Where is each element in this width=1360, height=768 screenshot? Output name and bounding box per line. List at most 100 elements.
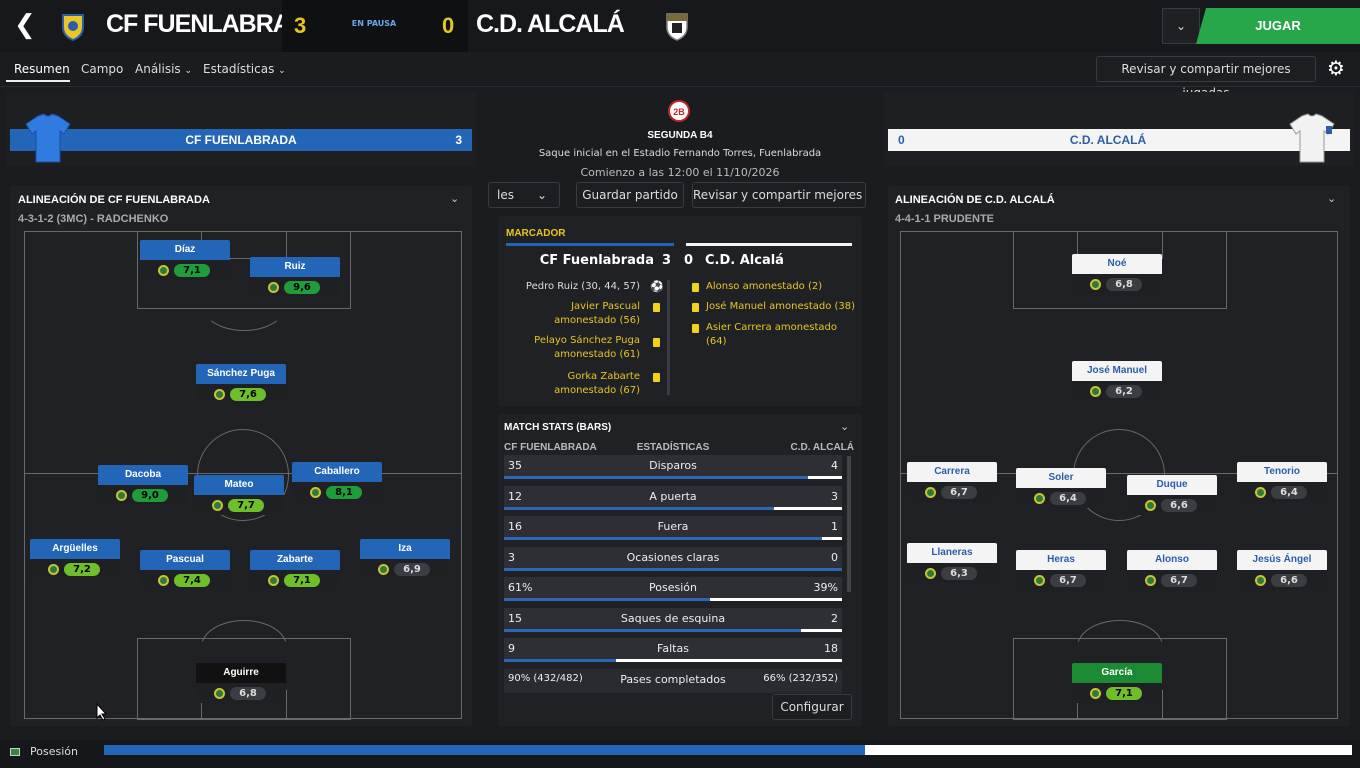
active-tab-indicator <box>6 80 70 82</box>
home-event: Pelayo Sánchez Puga amonestado (61) <box>534 335 640 360</box>
player-rating: 9,0 <box>132 489 168 502</box>
player-rating: 8,1 <box>326 486 362 499</box>
player-card[interactable]: García 7,1 <box>1072 663 1162 703</box>
player-rating-row: 9,6 <box>250 277 340 297</box>
stat-label: Ocasiones claras <box>626 550 720 564</box>
player-name: Alonso <box>1127 550 1217 570</box>
stat-bar-home-fill <box>504 506 775 510</box>
player-card[interactable]: Caballero 8,1 <box>292 462 382 502</box>
chevron-down-icon[interactable]: ⌄ <box>1327 192 1336 205</box>
player-card[interactable]: Argüelles 7,2 <box>30 539 120 579</box>
player-rating-row: 6,8 <box>196 683 286 703</box>
home-event: Pedro Ruiz (30, 44, 57) <box>525 281 640 292</box>
stat-bar-home-fill <box>504 567 842 571</box>
player-card[interactable]: Aguirre 6,8 <box>196 663 286 703</box>
player-card[interactable]: Mateo 7,7 <box>194 475 284 515</box>
stat-bar-home-fill <box>504 598 711 601</box>
gear-icon[interactable]: ⚙ <box>1322 56 1350 82</box>
player-rating-row: 6,7 <box>1016 570 1106 590</box>
chevron-down-icon: ⌄ <box>184 66 193 76</box>
player-rating: 7,1 <box>284 574 320 587</box>
condition-icon <box>1034 493 1045 504</box>
player-card[interactable]: Pascual 7,4 <box>140 550 230 590</box>
player-rating: 6,8 <box>1106 278 1142 291</box>
player-rating: 6,7 <box>941 486 977 499</box>
player-rating-row: 7,1 <box>1072 683 1162 703</box>
player-rating: 6,6 <box>1161 499 1197 512</box>
stats-away-header: C.D. ALCALÁ <box>790 442 854 453</box>
away-team-bar: 0 C.D. ALCALÁ <box>888 129 1350 151</box>
chevron-down-icon[interactable]: ⌄ <box>840 420 849 433</box>
player-card[interactable]: Duque 6,6 <box>1127 475 1217 515</box>
tab-estadisticas[interactable]: Estadísticas ⌄ <box>203 62 286 76</box>
player-card[interactable]: Sánchez Puga 7,6 <box>196 364 286 404</box>
player-rating: 6,2 <box>1106 385 1142 398</box>
player-name: Noé <box>1072 254 1162 274</box>
configure-button[interactable]: Configurar <box>772 694 852 720</box>
partial-dropdown[interactable]: les ⌄ <box>488 182 560 208</box>
divider <box>0 86 1360 87</box>
yellow-card-icon <box>692 283 699 292</box>
player-rating: 7,2 <box>64 563 100 576</box>
condition-icon <box>116 490 127 501</box>
tab-estadisticas-label: Estadísticas <box>203 62 275 76</box>
player-rating-row: 9,0 <box>98 485 188 505</box>
home-bar-score: 3 <box>455 133 462 147</box>
chevron-down-icon[interactable]: ⌄ <box>450 192 459 205</box>
player-name: Carrera <box>907 462 997 482</box>
home-shirt-icon <box>24 112 72 167</box>
scoreboard-title: MARCADOR <box>506 228 566 239</box>
player-card[interactable]: Dacoba 9,0 <box>98 465 188 505</box>
player-name: Llaneras <box>907 543 997 563</box>
player-card[interactable]: Heras 6,7 <box>1016 550 1106 590</box>
player-rating: 7,1 <box>174 264 210 277</box>
player-card[interactable]: Tenorio 6,4 <box>1237 462 1327 502</box>
tab-resumen[interactable]: Resumen <box>14 62 70 76</box>
condition-icon <box>268 282 279 293</box>
home-lineup-title: ALINEACIÓN DE CF FUENLABRADA <box>18 194 210 206</box>
player-rating: 6,9 <box>394 563 430 576</box>
home-crest-icon <box>60 11 86 42</box>
player-name: Mateo <box>194 475 284 495</box>
possession-bar <box>104 745 1352 755</box>
player-card[interactable]: Zabarte 7,1 <box>250 550 340 590</box>
tab-analisis[interactable]: Análisis ⌄ <box>135 62 192 76</box>
player-card[interactable]: Noé 6,8 <box>1072 254 1162 294</box>
player-card[interactable]: Llaneras 6,3 <box>907 543 997 583</box>
passes-row: 90% (432/482) Pases completados 66% (232… <box>504 669 842 693</box>
review-share-button[interactable]: Revisar y compartir mejores jugadas <box>1096 56 1316 100</box>
player-card[interactable]: Jesús Ángel 6,6 <box>1237 550 1327 590</box>
stat-label: Disparos <box>649 459 697 472</box>
review-share-center-button[interactable]: Revisar y compartir mejores ju <box>692 182 866 208</box>
away-color-strip <box>686 243 852 246</box>
play-button[interactable]: JUGAR <box>1196 8 1360 44</box>
away-score: 0 <box>442 13 455 38</box>
player-name: Iza <box>360 539 450 559</box>
stat-bar-home-fill <box>504 628 802 632</box>
player-card[interactable]: Carrera 6,7 <box>907 462 997 502</box>
stat-label: Saques de esquina <box>620 611 726 625</box>
chevron-down-icon: ⌄ <box>278 66 286 76</box>
condition-icon <box>1090 279 1101 290</box>
player-rating-row: 6,8 <box>1072 274 1162 294</box>
player-card[interactable]: José Manuel 6,2 <box>1072 361 1162 401</box>
scoreboard-home-goals: 3 <box>662 253 672 268</box>
home-color-strip <box>506 243 674 246</box>
tab-campo[interactable]: Campo <box>81 62 123 76</box>
away-event: Asier Carrera amonestado (64) <box>706 322 837 347</box>
player-card[interactable]: Ruiz 9,6 <box>250 257 340 297</box>
stats-scrollbar[interactable] <box>847 456 851 592</box>
player-card[interactable]: Alonso 6,7 <box>1127 550 1217 590</box>
kickoff-text: Comienzo a las 12:00 el 11/10/2026 <box>580 166 780 179</box>
player-card[interactable]: Soler 6,4 <box>1016 468 1106 508</box>
player-name: Aguirre <box>196 663 286 683</box>
player-card[interactable]: Díaz 7,1 <box>140 240 230 280</box>
back-icon[interactable]: ❮ <box>14 12 40 40</box>
match-menu-button[interactable]: ⌄ <box>1162 8 1200 44</box>
yellow-card-icon <box>653 303 660 312</box>
condition-icon <box>214 688 225 699</box>
condition-icon <box>925 568 936 579</box>
away-team-name: C.D. ALCALÁ <box>476 10 625 38</box>
save-match-button[interactable]: Guardar partido <box>576 182 684 208</box>
player-card[interactable]: Iza 6,9 <box>360 539 450 579</box>
